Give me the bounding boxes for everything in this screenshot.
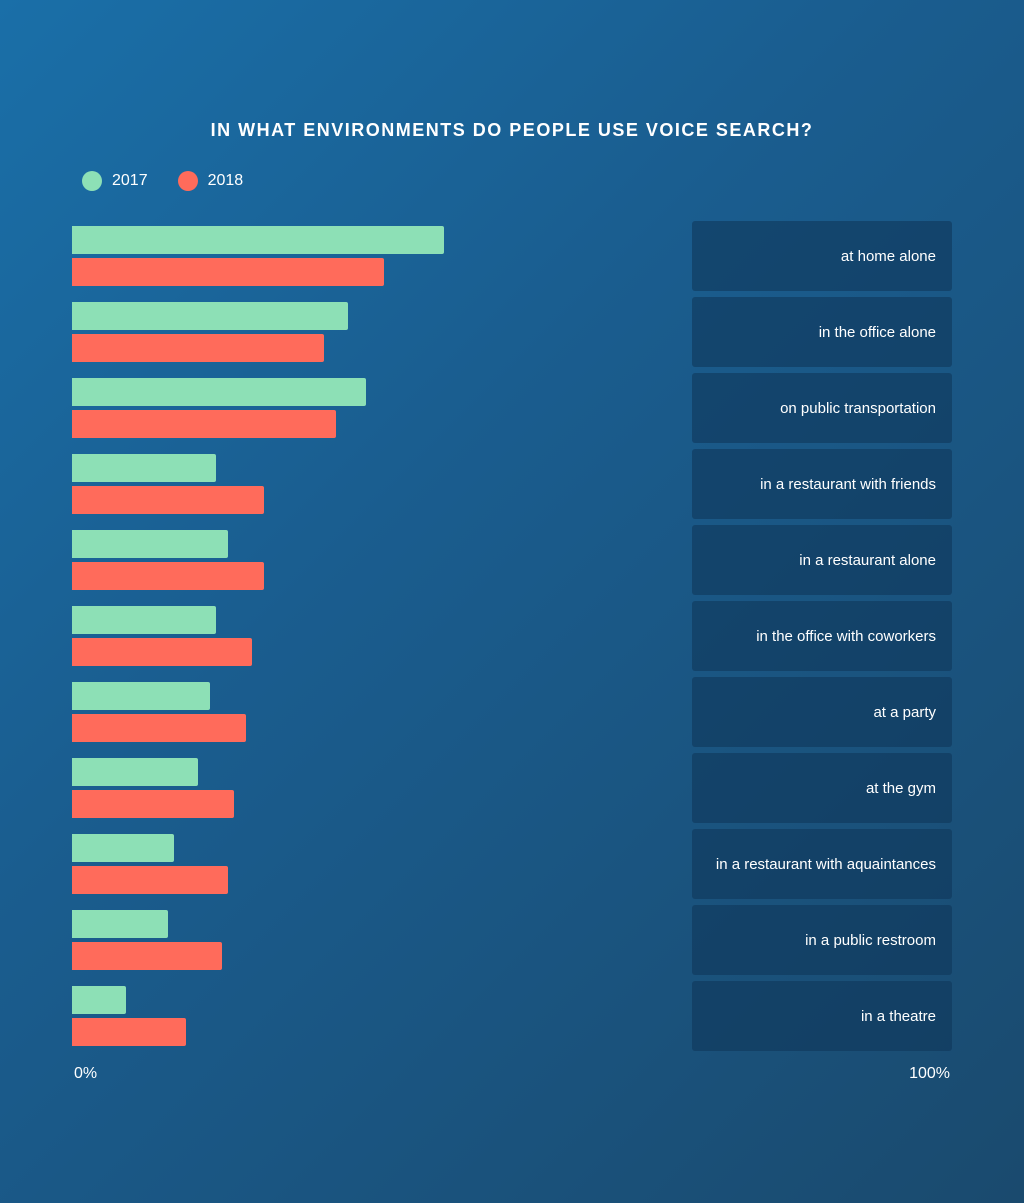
bar-row: in a public restroom: [72, 905, 952, 975]
bar-label-cell: in a restaurant alone: [692, 525, 952, 595]
bar-2017: [72, 834, 174, 862]
axis-min-label: 0%: [74, 1065, 97, 1083]
bar-label: in a restaurant with friends: [760, 476, 936, 493]
bar-label: in a restaurant alone: [799, 552, 936, 569]
bar-label: in a theatre: [861, 1008, 936, 1025]
bar-label-cell: in a theatre: [692, 981, 952, 1051]
bar-2017: [72, 606, 216, 634]
legend-item-2018: 2018: [178, 171, 244, 191]
bar-2018: [72, 486, 264, 514]
legend-label-2017: 2017: [112, 172, 148, 190]
bar-label: in a restaurant with aquaintances: [716, 856, 936, 873]
bar-label-cell: at home alone: [692, 221, 952, 291]
bar-row: in a restaurant alone: [72, 525, 952, 595]
bar-2018: [72, 1018, 186, 1046]
bar-label: in a public restroom: [805, 932, 936, 949]
bar-2017: [72, 986, 126, 1014]
bar-2018: [72, 638, 252, 666]
bars-group: [72, 449, 692, 519]
bars-group: [72, 601, 692, 671]
bar-label: at the gym: [866, 780, 936, 797]
bar-row: on public transportation: [72, 373, 952, 443]
bars-group: [72, 905, 692, 975]
bars-group: [72, 221, 692, 291]
bar-row: in a restaurant with aquaintances: [72, 829, 952, 899]
bar-2017: [72, 226, 444, 254]
bar-label-cell: in a public restroom: [692, 905, 952, 975]
bar-2018: [72, 714, 246, 742]
bar-2017: [72, 910, 168, 938]
bar-2018: [72, 790, 234, 818]
bars-area: at home alone in the office alone on publi…: [72, 221, 952, 1051]
legend: 2017 2018: [72, 171, 952, 191]
bar-label-cell: at a party: [692, 677, 952, 747]
bar-label: in the office with coworkers: [756, 628, 936, 645]
chart-title: IN WHAT ENVIRONMENTS DO PEOPLE USE VOICE…: [72, 120, 952, 141]
bar-2018: [72, 410, 336, 438]
bars-group: [72, 677, 692, 747]
bar-row: in a restaurant with friends: [72, 449, 952, 519]
bar-2018: [72, 334, 324, 362]
bar-2018: [72, 866, 228, 894]
chart-container: IN WHAT ENVIRONMENTS DO PEOPLE USE VOICE…: [52, 80, 972, 1123]
bars-group: [72, 297, 692, 367]
bar-label: at home alone: [841, 248, 936, 265]
bar-row: at a party: [72, 677, 952, 747]
bar-label-cell: at the gym: [692, 753, 952, 823]
bar-2017: [72, 378, 366, 406]
bars-group: [72, 753, 692, 823]
bar-2017: [72, 530, 228, 558]
bar-row: in a theatre: [72, 981, 952, 1051]
legend-item-2017: 2017: [82, 171, 148, 191]
bar-2017: [72, 682, 210, 710]
bar-row: at home alone: [72, 221, 952, 291]
bar-label-cell: in the office with coworkers: [692, 601, 952, 671]
axis-row: 0% 100%: [72, 1065, 952, 1083]
legend-label-2018: 2018: [208, 172, 244, 190]
bars-group: [72, 525, 692, 595]
bar-label: in the office alone: [819, 324, 936, 341]
bars-group: [72, 981, 692, 1051]
bar-2018: [72, 942, 222, 970]
bar-label: on public transportation: [780, 400, 936, 417]
bar-label-cell: in a restaurant with aquaintances: [692, 829, 952, 899]
bar-2017: [72, 758, 198, 786]
bar-label-cell: in a restaurant with friends: [692, 449, 952, 519]
bars-group: [72, 373, 692, 443]
bars-group: [72, 829, 692, 899]
bar-label-cell: in the office alone: [692, 297, 952, 367]
bar-2018: [72, 258, 384, 286]
bar-row: at the gym: [72, 753, 952, 823]
bar-row: in the office alone: [72, 297, 952, 367]
bar-label: at a party: [873, 704, 936, 721]
legend-dot-2017: [82, 171, 102, 191]
bar-row: in the office with coworkers: [72, 601, 952, 671]
axis-max-label: 100%: [909, 1065, 950, 1083]
bar-2018: [72, 562, 264, 590]
bar-2017: [72, 302, 348, 330]
bar-label-cell: on public transportation: [692, 373, 952, 443]
legend-dot-2018: [178, 171, 198, 191]
bar-2017: [72, 454, 216, 482]
